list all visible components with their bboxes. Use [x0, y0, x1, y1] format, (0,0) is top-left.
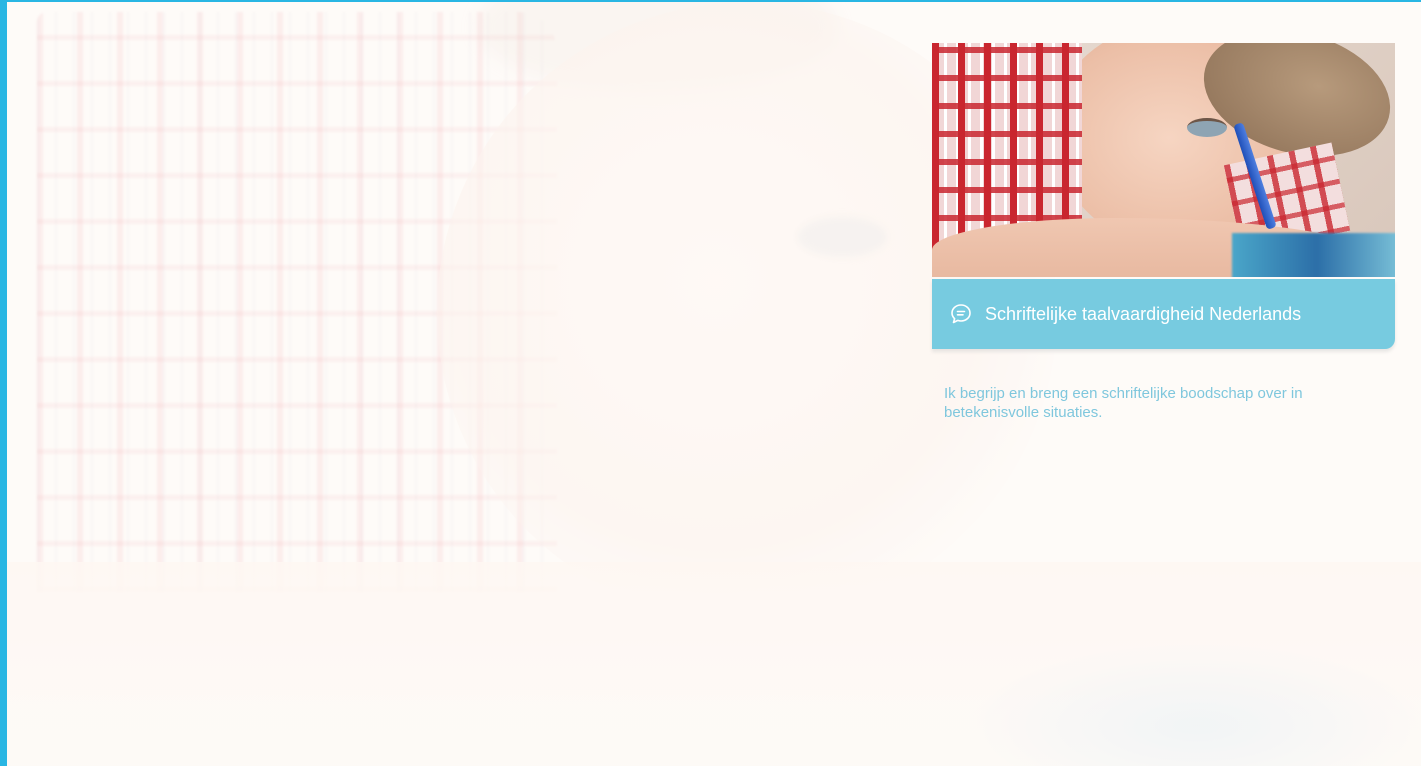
speech-bubble-icon [949, 302, 973, 326]
card-title[interactable]: Schriftelijke taalvaardigheid Nederlands [985, 304, 1301, 325]
photo-table [1232, 233, 1395, 277]
card-photo[interactable] [932, 43, 1395, 277]
card-description: Ik begrijp en breng een schriftelijke bo… [944, 385, 1303, 421]
card-title-bar[interactable]: Schriftelijke taalvaardigheid Nederlands [932, 279, 1395, 349]
course-card[interactable]: Schriftelijke taalvaardigheid Nederlands [932, 43, 1395, 349]
photo-boy-eye [1187, 118, 1227, 137]
